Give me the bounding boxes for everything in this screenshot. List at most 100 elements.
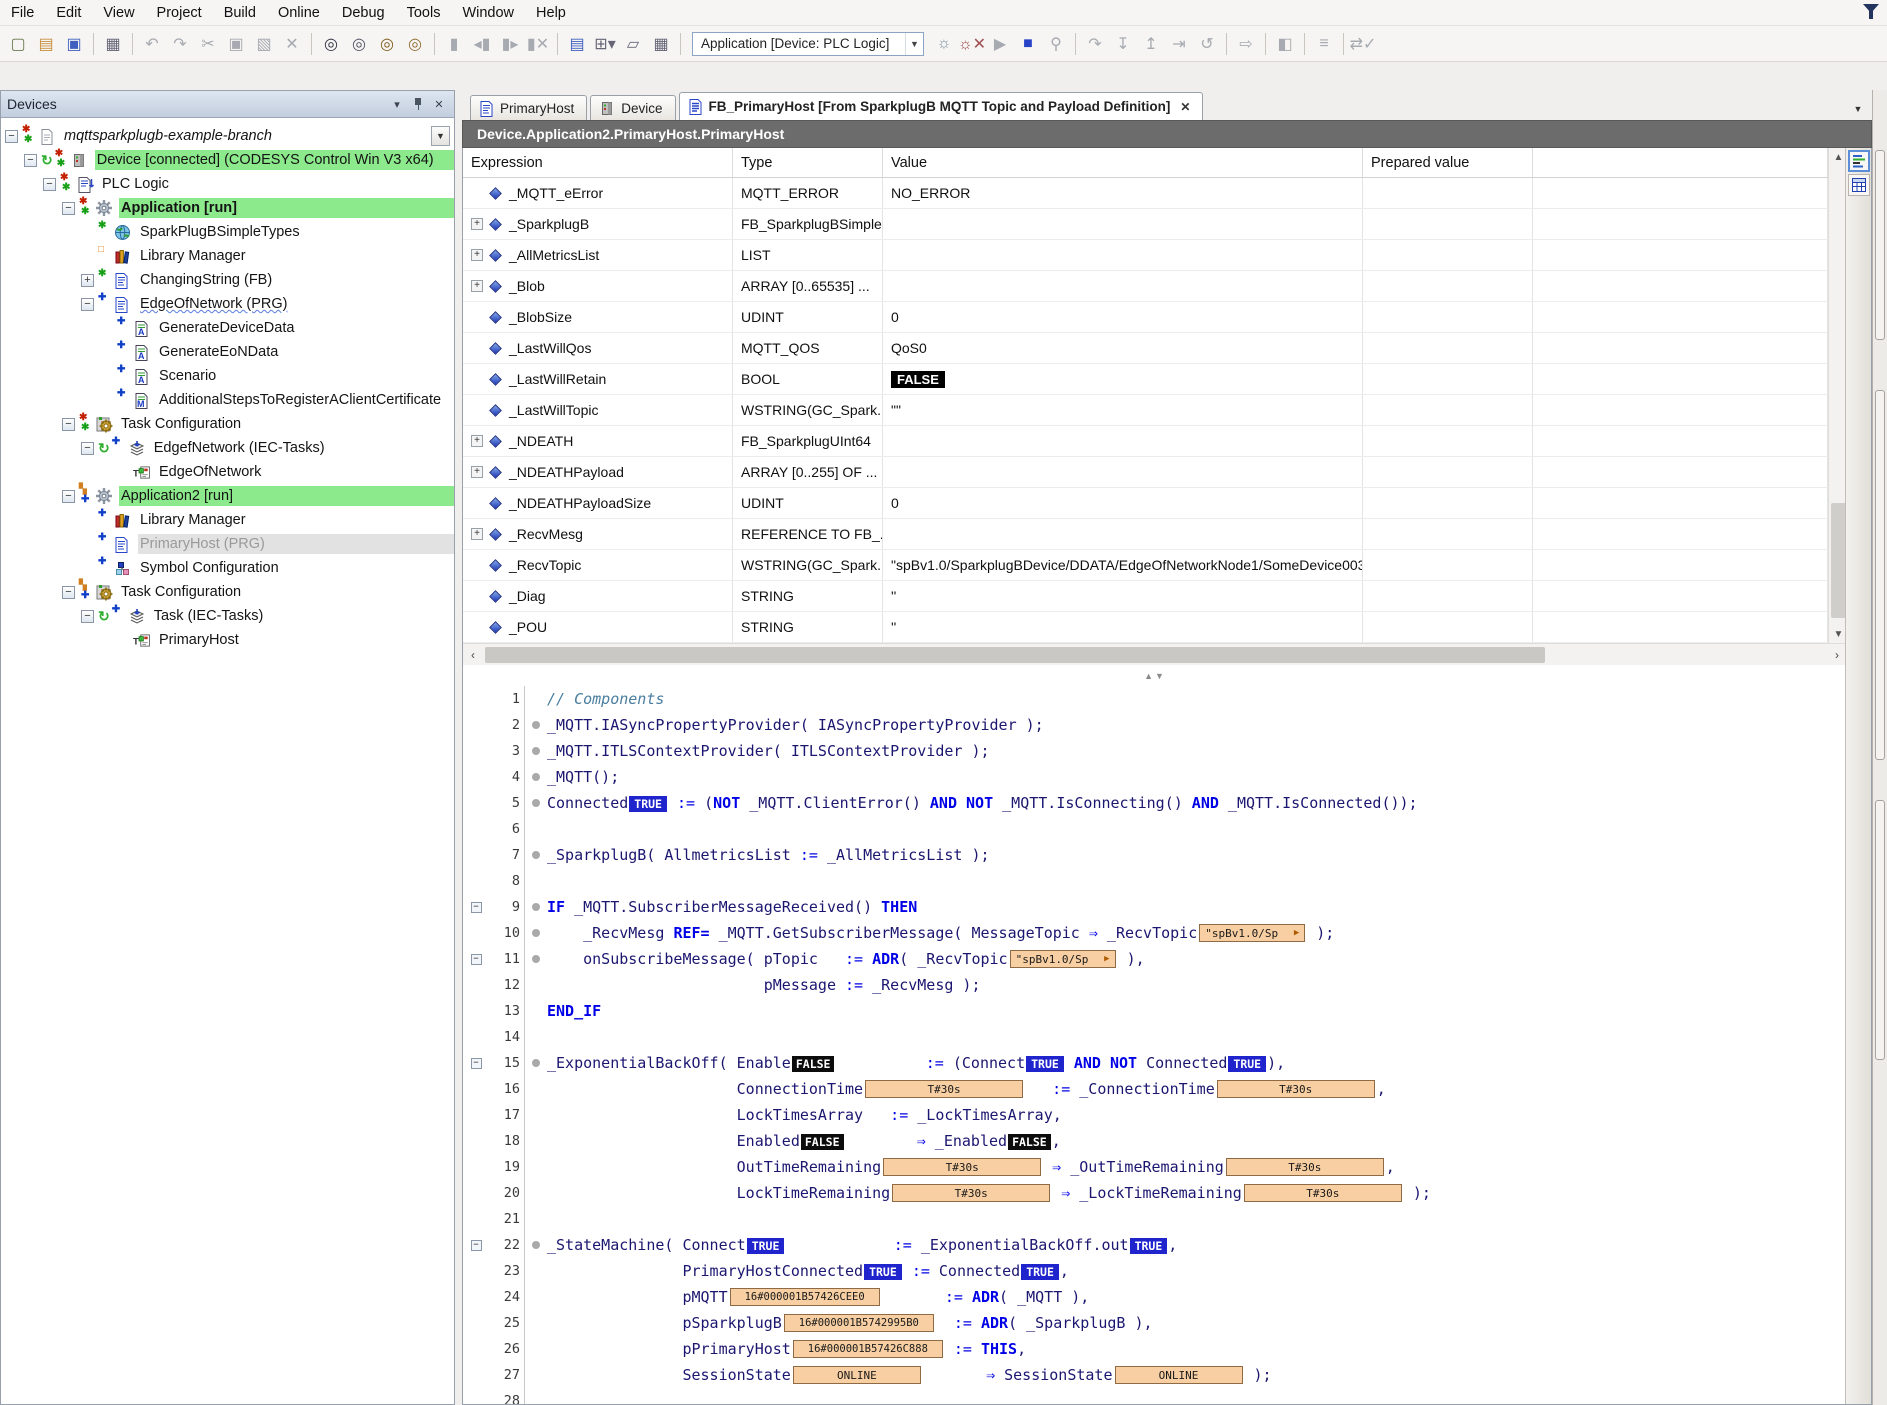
code-line-24[interactable]: 24 pMQTT16#000001B57426CEE0 := ADR( _MQT… (463, 1284, 1847, 1310)
expand-icon[interactable]: + (471, 218, 483, 230)
expand-icon[interactable]: + (471, 280, 483, 292)
save-icon[interactable]: ▣ (61, 31, 87, 57)
code-line-26[interactable]: 26 pPrimaryHost16#000001B57426C888 := TH… (463, 1336, 1847, 1362)
breakpoint-gutter[interactable] (525, 721, 547, 729)
breakpoint-gutter[interactable] (525, 929, 547, 937)
breakpoint-gutter[interactable] (525, 773, 547, 781)
paste-icon[interactable]: ▧ (251, 31, 277, 57)
bookmark-previous-icon[interactable]: ◂▮ (469, 31, 495, 57)
breakpoint-settings-icon[interactable]: ⚲ (1043, 31, 1069, 57)
inline-value-string[interactable]: "spBv1.0/Sp▶ (1010, 950, 1116, 968)
breakpoint-gutter[interactable] (525, 1241, 547, 1249)
watch-horizontal-scrollbar[interactable]: ‹ › (463, 643, 1847, 665)
scroll-right-icon[interactable]: › (1827, 644, 1847, 666)
replace-in-project-icon[interactable]: ◎ (402, 31, 428, 57)
code-line-17[interactable]: 17 LockTimesArray := _LockTimesArray, (463, 1102, 1847, 1128)
code-line-25[interactable]: 25 pSparkplugB16#000001B5742995B0 := ADR… (463, 1310, 1847, 1336)
collapse-icon[interactable]: − (62, 202, 75, 215)
prepared-value-cell[interactable] (1363, 550, 1533, 580)
tree-item-device-connected-codesys-control-win-v3-x64[interactable]: −↻✱✱Device [connected] (CODESYS Control … (1, 148, 454, 172)
prepared-value-cell[interactable] (1363, 240, 1533, 270)
tree-item-edgeofnetwork[interactable]: TEdgeOfNetwork (1, 460, 454, 484)
sync-check-icon[interactable]: ⇄✓ (1350, 31, 1376, 57)
step-out-icon[interactable]: ↥ (1138, 31, 1164, 57)
breakpoint-gutter[interactable] (525, 1059, 547, 1067)
code-line-8[interactable]: 8 (463, 868, 1847, 894)
reset-warm-icon[interactable]: ↺ (1194, 31, 1220, 57)
tree-item-scenario[interactable]: ✚AScenario (1, 364, 454, 388)
column-header-value[interactable]: Value (883, 148, 1363, 177)
code-line-28[interactable]: 28 (463, 1388, 1847, 1404)
expand-icon[interactable]: + (471, 528, 483, 540)
logout-icon[interactable]: ☼✕ (959, 31, 985, 57)
code-line-12[interactable]: 12 pMessage := _RecvMesg ); (463, 972, 1847, 998)
fold-collapse-icon[interactable]: − (463, 946, 489, 972)
collapse-icon[interactable]: − (81, 610, 94, 623)
code-editor[interactable]: 1// Components2_MQTT.IASyncPropertyProvi… (463, 686, 1847, 1404)
code-line-16[interactable]: 16 ConnectionTimeT#30s := _ConnectionTim… (463, 1076, 1847, 1102)
breakpoint-gutter[interactable] (525, 747, 547, 755)
find-in-project-icon[interactable]: ◎ (374, 31, 400, 57)
watch-row-lastwillretain[interactable]: _LastWillRetainBOOLFALSE (463, 364, 1828, 395)
prepared-value-cell[interactable] (1363, 333, 1533, 363)
collapse-icon[interactable]: − (24, 154, 37, 167)
prepared-value-cell[interactable] (1363, 364, 1533, 394)
watch-row-allmetricslist[interactable]: +_AllMetricsListLIST (463, 240, 1828, 271)
prepared-value-cell[interactable] (1363, 302, 1533, 332)
fold-collapse-icon[interactable]: − (463, 894, 489, 920)
prepared-value-cell[interactable] (1363, 581, 1533, 611)
watch-row-ndeath[interactable]: +_NDEATHFB_SparkplugUInt64 (463, 426, 1828, 457)
code-line-13[interactable]: 13END_IF (463, 998, 1847, 1024)
column-header-type[interactable]: Type (733, 148, 883, 177)
tree-item-symbol-configuration[interactable]: ✚Symbol Configuration (1, 556, 454, 580)
active-application-selector[interactable]: Application [Device: PLC Logic]▼ (692, 32, 924, 56)
prepared-value-cell[interactable] (1363, 457, 1533, 487)
collapse-icon[interactable]: − (62, 418, 75, 431)
display-mode-icon[interactable]: ◧ (1272, 31, 1298, 57)
close-icon[interactable]: ✕ (430, 95, 448, 113)
project-settings-icon[interactable]: ▦ (648, 31, 674, 57)
login-icon[interactable]: ☼ (931, 31, 957, 57)
expand-icon[interactable]: + (471, 435, 483, 447)
collapse-icon[interactable]: − (81, 298, 94, 311)
tree-item-task-configuration[interactable]: −▚✚Task Configuration (1, 580, 454, 604)
undo-icon[interactable]: ↶ (139, 31, 165, 57)
tree-item-generateeondata[interactable]: ✚AGenerateEoNData (1, 340, 454, 364)
tree-item-task-iec-tasks[interactable]: −↻✚Task (IEC-Tasks) (1, 604, 454, 628)
scrollbar-thumb[interactable] (1831, 503, 1846, 618)
bookmark-toggle-icon[interactable]: ▮ (441, 31, 467, 57)
prepared-value-cell[interactable] (1363, 209, 1533, 239)
prepared-value-cell[interactable] (1363, 519, 1533, 549)
find-icon[interactable]: ◎ (318, 31, 344, 57)
tree-item-generatedevicedata[interactable]: ✚AGenerateDeviceData (1, 316, 454, 340)
tree-item-application-run[interactable]: −✱✱Application [run] (1, 196, 454, 220)
breakpoint-gutter[interactable] (525, 903, 547, 911)
watch-row-sparkplugb[interactable]: +_SparkplugBFB_SparkplugBSimple (463, 209, 1828, 240)
tab-device[interactable]: Device (590, 95, 675, 120)
menu-view[interactable]: View (92, 3, 145, 23)
code-line-2[interactable]: 2_MQTT.IASyncPropertyProvider( IASyncPro… (463, 712, 1847, 738)
tree-item-application2-run[interactable]: −▚✚Application2 [run] (1, 484, 454, 508)
step-over-icon[interactable]: ↷ (1082, 31, 1108, 57)
pin-icon[interactable] (409, 95, 427, 113)
tab-fb-primaryhost[interactable]: FB_PrimaryHost [From SparkplugB MQTT Top… (679, 92, 1204, 120)
table-view-button[interactable] (1848, 174, 1870, 196)
watch-row-diag[interactable]: _DiagSTRING'' (463, 581, 1828, 612)
splitter-handle-icon[interactable]: ▲▼ (1144, 671, 1166, 681)
menu-online[interactable]: Online (267, 3, 331, 23)
new-file-icon[interactable]: ▢ (5, 31, 31, 57)
collapse-icon[interactable]: − (43, 178, 56, 191)
code-line-10[interactable]: 10 _RecvMesg REF= _MQTT.GetSubscriberMes… (463, 920, 1847, 946)
cut-icon[interactable]: ✂ (195, 31, 221, 57)
menu-debug[interactable]: Debug (331, 3, 396, 23)
breakpoint-gutter[interactable] (525, 955, 547, 963)
prepared-value-cell[interactable] (1363, 488, 1533, 518)
tab-list-dropdown-icon[interactable]: ▼ (1850, 104, 1866, 114)
run-to-cursor-icon[interactable]: ⇥ (1166, 31, 1192, 57)
code-line-19[interactable]: 19 OutTimeRemainingT#30s ⇒ _OutTimeRemai… (463, 1154, 1847, 1180)
watch-row-blob[interactable]: +_BlobARRAY [0..65535] ... (463, 271, 1828, 302)
menu-build[interactable]: Build (213, 3, 267, 23)
expand-icon[interactable]: + (81, 274, 94, 287)
delete-icon[interactable]: ✕ (279, 31, 305, 57)
tree-item-library-manager[interactable]: □Library Manager (1, 244, 454, 268)
